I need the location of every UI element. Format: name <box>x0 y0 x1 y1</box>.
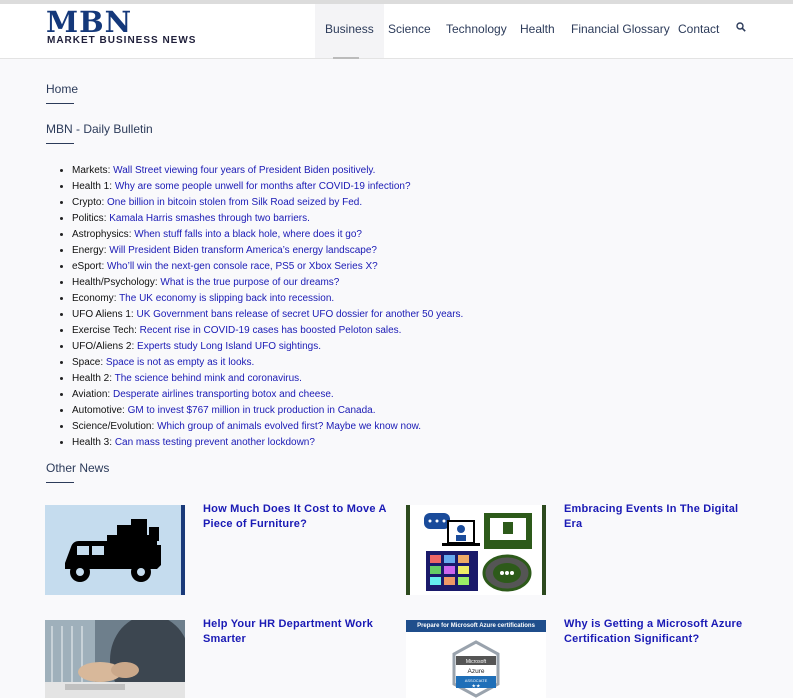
bulletin-link[interactable]: Why are some people unwell for months af… <box>115 181 411 192</box>
article-title-furniture[interactable]: How Much Does It Cost to Move A Piece of… <box>203 502 398 532</box>
bulletin-item: Politics: Kamala Harris smashes through … <box>72 211 463 227</box>
bulletin-category: Health 2 <box>72 373 110 384</box>
nav-business[interactable]: Business <box>315 4 384 59</box>
article-title-hr-department[interactable]: Help Your HR Department Work Smarter <box>203 617 398 647</box>
bulletin-item: Health 1: Why are some people unwell for… <box>72 179 463 195</box>
bulletin-category: UFO/Aliens 2 <box>72 341 132 352</box>
bulletin-category: Economy <box>72 293 114 304</box>
bulletin-link[interactable]: UK Government bans release of secret UFO… <box>136 309 463 320</box>
bulletin-item: Automotive: GM to invest $767 million in… <box>72 403 463 419</box>
bulletin-category: Markets <box>72 165 108 176</box>
bulletin-item: Economy: The UK economy is slipping back… <box>72 291 463 307</box>
article-title-azure[interactable]: Why is Getting a Microsoft Azure Certifi… <box>564 617 754 647</box>
furniture-truck-image[interactable] <box>45 505 185 595</box>
bulletin-link[interactable]: Experts study Long Island UFO sightings. <box>137 341 321 352</box>
hr-department-image[interactable] <box>45 620 185 698</box>
other-news-title: Other News <box>46 461 110 475</box>
nav-financial-glossary[interactable]: Financial Glossary <box>571 4 670 58</box>
site-logo[interactable]: MBN <box>46 7 132 37</box>
digital-events-image[interactable] <box>406 505 546 595</box>
bulletin-title-rule <box>46 143 74 144</box>
azure-badge-mid: Azure <box>468 668 485 675</box>
bulletin-item: eSport: Who’ll win the next-gen console … <box>72 259 463 275</box>
bulletin-category: eSport <box>72 261 102 272</box>
site-logo-tagline[interactable]: MARKET BUSINESS NEWS <box>47 35 196 47</box>
bulletin-item: Astrophysics: When stuff falls into a bl… <box>72 227 463 243</box>
bulletin-link[interactable]: Will President Biden transform America’s… <box>109 245 377 256</box>
bulletin-item: Health 3: Can mass testing prevent anoth… <box>72 435 463 451</box>
svg-text:★★: ★★ <box>472 684 481 690</box>
azure-banner: Prepare for Microsoft Azure certificatio… <box>406 620 546 632</box>
bulletin-category: Space <box>72 357 101 368</box>
bulletin-title: MBN - Daily Bulletin <box>46 122 153 136</box>
bulletin-category: Energy <box>72 245 104 256</box>
bulletin-item: Health 2: The science behind mink and co… <box>72 371 463 387</box>
bulletin-link[interactable]: The science behind mink and coronavirus. <box>115 373 302 384</box>
other-news-rule <box>46 482 74 483</box>
bulletin-link[interactable]: Which group of animals evolved first? Ma… <box>157 421 421 432</box>
bulletin-link[interactable]: Who’ll win the next-gen console race, PS… <box>107 261 378 272</box>
bulletin-item: Health/Psychology: What is the true purp… <box>72 275 463 291</box>
breadcrumb-rule <box>46 103 74 104</box>
bulletin-link[interactable]: Wall Street viewing four years of Presid… <box>113 165 375 176</box>
bulletin-item: UFO/Aliens 2: Experts study Long Island … <box>72 339 463 355</box>
bulletin-item: Markets: Wall Street viewing four years … <box>72 163 463 179</box>
bulletin-category: Health 1 <box>72 181 110 192</box>
bulletin-category: Health 3 <box>72 437 110 448</box>
breadcrumb-home[interactable]: Home <box>46 82 78 96</box>
bulletin-item: UFO Aliens 1: UK Government bans release… <box>72 307 463 323</box>
bulletin-category: Politics <box>72 213 104 224</box>
azure-badge-icon: Microsoft Azure ASSOCIATE ★★ <box>452 640 500 698</box>
bulletin-item: Aviation: Desperate airlines transportin… <box>72 387 463 403</box>
bulletin-category: Crypto <box>72 197 102 208</box>
bulletin-category: UFO Aliens 1 <box>72 309 131 320</box>
bulletin-item: Energy: Will President Biden transform A… <box>72 243 463 259</box>
nav-technology[interactable]: Technology <box>446 4 507 58</box>
bulletin-link[interactable]: When stuff falls into a black hole, wher… <box>134 229 362 240</box>
bulletin-category: Astrophysics <box>72 229 129 240</box>
bulletin-category: Science/Evolution <box>72 421 152 432</box>
bulletin-category: Automotive <box>72 405 123 416</box>
daily-bulletin-list: Markets: Wall Street viewing four years … <box>58 163 463 451</box>
bulletin-category: Health/Psychology <box>72 277 155 288</box>
bulletin-link[interactable]: Desperate airlines transporting botox an… <box>113 389 334 400</box>
bulletin-link[interactable]: One billion in bitcoin stolen from Silk … <box>107 197 362 208</box>
bulletin-category: Exercise Tech <box>72 325 135 336</box>
bulletin-category: Aviation <box>72 389 108 400</box>
nav-contact[interactable]: Contact <box>678 4 719 58</box>
azure-badge-top: Microsoft <box>466 659 487 665</box>
bulletin-link[interactable]: Kamala Harris smashes through two barrie… <box>109 213 310 224</box>
azure-certification-image[interactable]: Prepare for Microsoft Azure certificatio… <box>406 620 546 698</box>
bulletin-link[interactable]: Space is not as empty as it looks. <box>106 357 254 368</box>
bulletin-link[interactable]: The UK economy is slipping back into rec… <box>119 293 334 304</box>
bulletin-link[interactable]: Can mass testing prevent another lockdow… <box>115 437 315 448</box>
bulletin-item: Space: Space is not as empty as it looks… <box>72 355 463 371</box>
search-icon[interactable] <box>736 22 746 32</box>
bulletin-link[interactable]: GM to invest $767 million in truck produ… <box>128 405 376 416</box>
azure-badge-bottom: ASSOCIATE <box>465 678 488 683</box>
nav-health[interactable]: Health <box>520 4 555 58</box>
bulletin-link[interactable]: What is the true purpose of our dreams? <box>160 277 339 288</box>
bulletin-item: Science/Evolution: Which group of animal… <box>72 419 463 435</box>
bulletin-item: Crypto: One billion in bitcoin stolen fr… <box>72 195 463 211</box>
nav-science[interactable]: Science <box>388 4 431 58</box>
bulletin-link[interactable]: Recent rise in COVID-19 cases has booste… <box>140 325 402 336</box>
bulletin-item: Exercise Tech: Recent rise in COVID-19 c… <box>72 323 463 339</box>
article-title-digital-events[interactable]: Embracing Events In The Digital Era <box>564 502 754 532</box>
